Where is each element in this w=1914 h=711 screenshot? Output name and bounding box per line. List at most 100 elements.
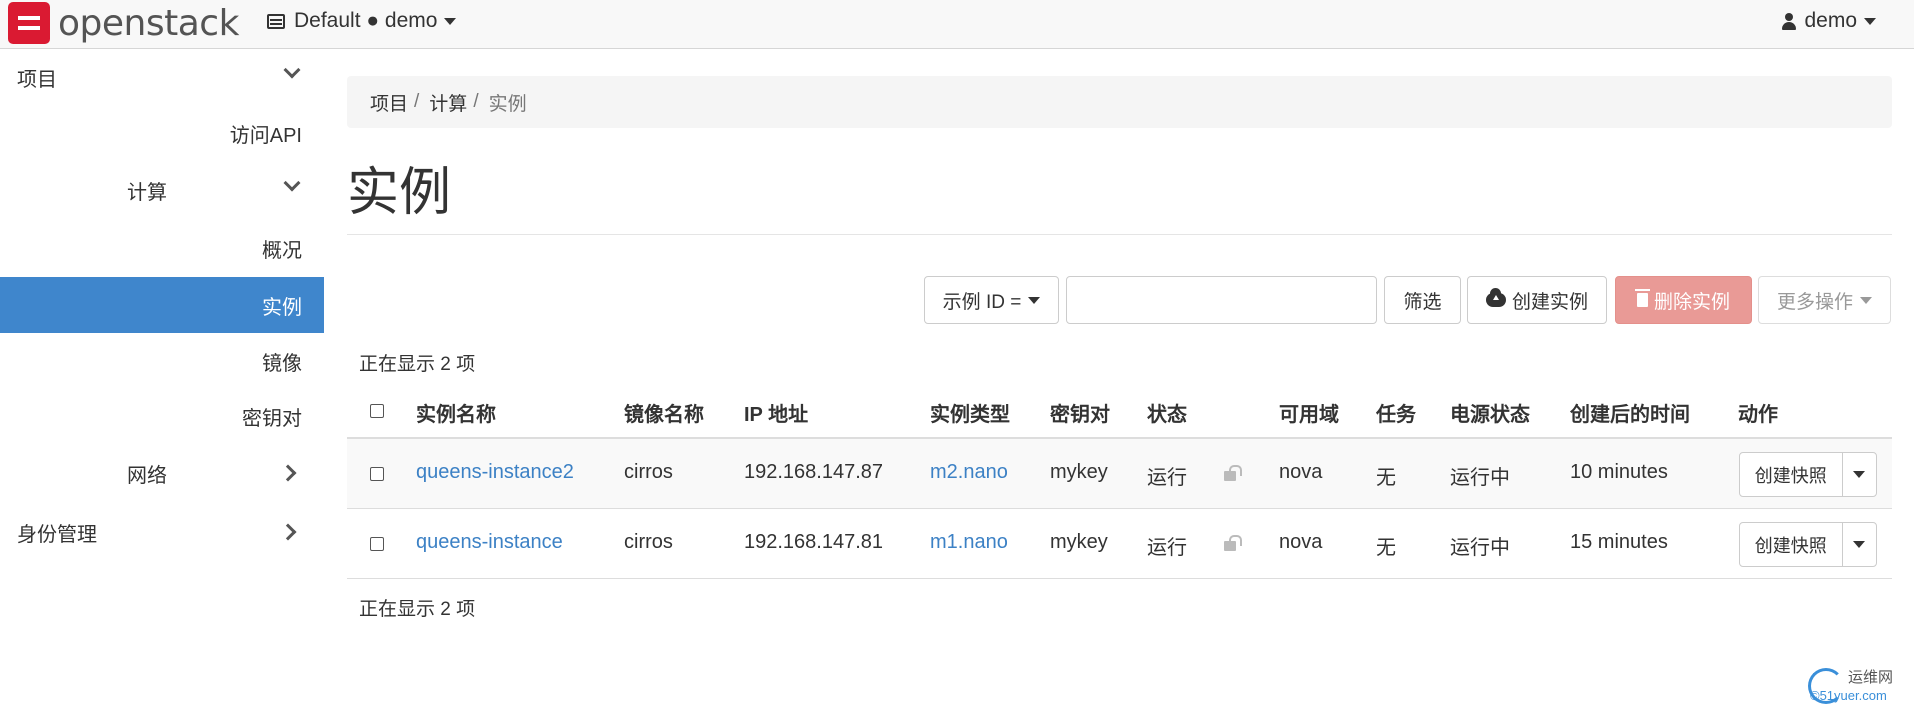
page-title: 实例	[347, 164, 452, 222]
sidebar-item-compute[interactable]: 计算	[0, 162, 324, 218]
create-snapshot-button[interactable]: 创建快照	[1740, 523, 1843, 566]
project-list-icon	[267, 13, 285, 29]
trash-icon	[1634, 289, 1650, 307]
watermark-line2: ©51yuer.com	[1810, 688, 1887, 703]
instance-name-link[interactable]: queens-instance2	[416, 461, 574, 484]
filter-button[interactable]: 筛选	[1384, 276, 1461, 324]
power-state: 运行中	[1450, 537, 1510, 559]
header-ip-address[interactable]: IP 地址	[744, 398, 808, 427]
availability-zone: nova	[1279, 531, 1323, 553]
header-keypair[interactable]: 密钥对	[1050, 398, 1110, 427]
header-status[interactable]: 状态	[1147, 398, 1187, 427]
create-instance-label: 创建实例	[1511, 291, 1588, 313]
chevron-right-icon	[279, 523, 297, 541]
table-row: queens-instance2 cirros 192.168.147.87 m…	[347, 439, 1892, 509]
title-divider	[347, 234, 1892, 235]
breadcrumb-separator: /	[473, 91, 479, 112]
ip-address: 192.168.147.87	[744, 461, 884, 483]
ip-address: 192.168.147.81	[744, 531, 884, 553]
chevron-down-icon	[283, 174, 301, 192]
sidebar-item-network[interactable]: 网络	[0, 445, 324, 501]
caret-down-icon	[444, 17, 457, 25]
watermark: 运维网 ©51yuer.com	[1808, 664, 1904, 709]
openstack-logo-icon	[8, 2, 50, 44]
sidebar-item-label: 网络	[127, 464, 167, 487]
delete-instances-button[interactable]: 删除实例	[1615, 276, 1752, 324]
filter-input[interactable]	[1066, 276, 1377, 324]
instances-table: 实例名称 镜像名称 IP 地址 实例类型 密钥对 状态 可用域 任务 电源状态 …	[347, 384, 1892, 579]
task: 无	[1376, 467, 1396, 489]
chevron-right-icon	[279, 464, 297, 482]
sidebar-item-project[interactable]: 项目	[0, 49, 324, 105]
breadcrumb-item-compute[interactable]: 计算	[429, 89, 467, 116]
sidebar-item-instances[interactable]: 实例	[0, 277, 324, 333]
chevron-down-icon	[283, 61, 301, 79]
keypair: mykey	[1050, 531, 1108, 553]
header-image-name[interactable]: 镜像名称	[624, 398, 704, 427]
project-label: Default ● demo	[294, 9, 438, 32]
filter-field-select[interactable]: 示例 ID =	[924, 276, 1059, 324]
power-state: 运行中	[1450, 467, 1510, 489]
filter-field-label: 示例 ID =	[942, 291, 1022, 313]
unlock-icon	[1224, 465, 1242, 481]
top-navbar: openstack Default ● demo demo	[0, 0, 1914, 49]
sidebar-item-label: 访问API	[229, 124, 302, 147]
project-switcher[interactable]: Default ● demo	[267, 0, 457, 42]
row-checkbox[interactable]	[370, 467, 384, 481]
table-header: 实例名称 镜像名称 IP 地址 实例类型 密钥对 状态 可用域 任务 电源状态 …	[347, 384, 1892, 439]
breadcrumb-separator: /	[414, 91, 420, 112]
sidebar: 项目 访问API 计算 概况 实例 镜像 密钥对 网络 身份管理	[0, 49, 324, 711]
sidebar-item-keypairs[interactable]: 密钥对	[0, 388, 324, 444]
status: 运行	[1147, 537, 1187, 559]
sidebar-item-label: 身份管理	[17, 523, 97, 546]
sidebar-item-overview[interactable]: 概况	[0, 220, 324, 276]
create-snapshot-button[interactable]: 创建快照	[1740, 453, 1843, 496]
select-all-checkbox[interactable]	[370, 404, 384, 418]
row-action-group: 创建快照	[1739, 522, 1877, 567]
row-checkbox[interactable]	[370, 537, 384, 551]
unlock-icon	[1224, 535, 1242, 551]
status: 运行	[1147, 467, 1187, 489]
watermark-line1: 运维网	[1848, 669, 1894, 686]
sidebar-item-label: 实例	[262, 296, 302, 319]
caret-down-icon	[1853, 541, 1866, 548]
create-instance-button[interactable]: 创建实例	[1467, 276, 1607, 324]
row-actions-dropdown-toggle[interactable]	[1843, 523, 1877, 566]
image-name: cirros	[624, 461, 673, 483]
header-availability-zone[interactable]: 可用域	[1279, 398, 1339, 427]
row-actions-dropdown-toggle[interactable]	[1843, 453, 1877, 496]
sidebar-item-api-access[interactable]: 访问API	[0, 105, 324, 161]
caret-down-icon	[1853, 471, 1866, 478]
item-count-top: 正在显示 2 项	[359, 354, 476, 375]
caret-down-icon	[1028, 296, 1041, 304]
row-action-group: 创建快照	[1739, 452, 1877, 497]
more-actions-label: 更多操作	[1776, 291, 1853, 313]
flavor-link[interactable]: m2.nano	[930, 461, 1008, 484]
breadcrumb-item-project[interactable]: 项目	[370, 89, 408, 116]
sidebar-item-images[interactable]: 镜像	[0, 333, 324, 389]
sidebar-item-label: 项目	[17, 68, 57, 91]
caret-down-icon	[1860, 296, 1872, 304]
sidebar-item-identity[interactable]: 身份管理	[0, 504, 324, 560]
cloud-upload-icon	[1485, 288, 1506, 307]
availability-zone: nova	[1279, 461, 1323, 483]
sidebar-item-label: 概况	[262, 239, 302, 262]
user-label: demo	[1804, 9, 1857, 32]
item-count-bottom: 正在显示 2 项	[359, 599, 476, 620]
user-icon	[1782, 12, 1797, 30]
sidebar-item-label: 密钥对	[242, 407, 302, 430]
instance-name-link[interactable]: queens-instance	[416, 531, 563, 554]
user-menu[interactable]: demo	[1782, 0, 1876, 42]
flavor-link[interactable]: m1.nano	[930, 531, 1008, 554]
header-instance-name[interactable]: 实例名称	[416, 398, 496, 427]
brand-logo[interactable]: openstack	[8, 2, 239, 44]
table-row: queens-instance cirros 192.168.147.81 m1…	[347, 509, 1892, 579]
header-flavor[interactable]: 实例类型	[930, 398, 1010, 427]
keypair: mykey	[1050, 461, 1108, 483]
more-actions-button[interactable]: 更多操作	[1758, 276, 1891, 324]
header-actions: 动作	[1738, 404, 1778, 426]
task: 无	[1376, 537, 1396, 559]
header-power-state[interactable]: 电源状态	[1450, 398, 1530, 427]
header-age[interactable]: 创建后的时间	[1570, 398, 1690, 427]
header-task[interactable]: 任务	[1376, 398, 1416, 427]
